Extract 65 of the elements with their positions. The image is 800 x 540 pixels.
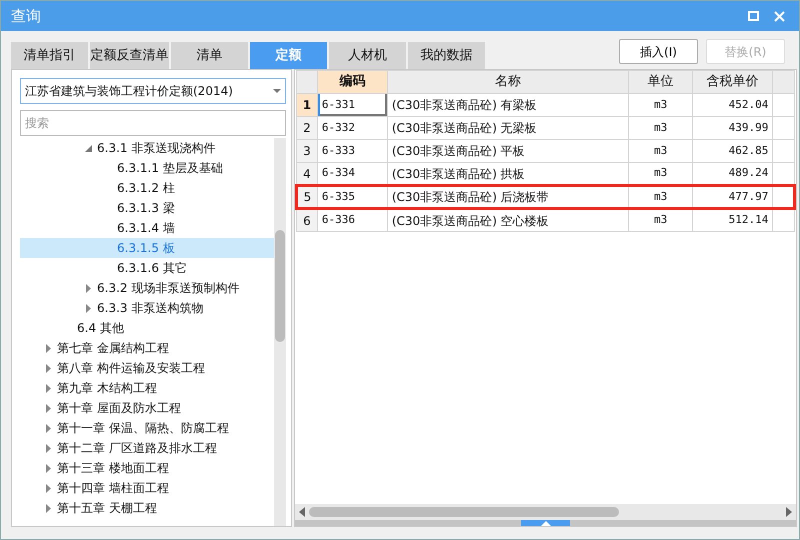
tab[interactable]: 定额反查清单 [90, 42, 169, 69]
row-number[interactable]: 2 [296, 116, 318, 140]
table-cell: 6-333 [317, 140, 388, 162]
table-cell: 6-332 [317, 116, 388, 140]
tree-item[interactable]: 6.3.1 非泵送现浇构件 [20, 138, 274, 158]
tree-item[interactable]: 6.3.1.5 板 [20, 238, 274, 258]
tree-item[interactable]: 6.4 其他 [20, 318, 274, 338]
dropdown-caret-icon[interactable] [273, 88, 281, 94]
column-header[interactable]: 编码 [317, 70, 388, 94]
tree-item[interactable]: 6.3.1.6 其它 [20, 258, 274, 278]
table-cell: 462.85 [692, 140, 773, 162]
table-cell: 477.97 [692, 186, 773, 208]
scroll-left-icon[interactable] [299, 507, 305, 517]
table-cell: (C30非泵送商品砼) 有梁板 [387, 94, 629, 116]
table-cell: m3 [628, 186, 693, 208]
tree-item[interactable]: 6.3.1.2 柱 [20, 178, 274, 198]
table-cell: 6-336 [317, 208, 388, 232]
column-header[interactable]: 含税单价 [692, 70, 773, 94]
tree-item[interactable]: 6.3.3 非泵送构筑物 [20, 298, 274, 318]
row-number[interactable]: 3 [296, 140, 318, 162]
table-cell: m3 [628, 116, 693, 140]
tree-item[interactable]: 第十四章 墙柱面工程 [20, 478, 274, 498]
table-cell: 6-335 [317, 186, 388, 208]
tree-item[interactable]: 第十章 屋面及防水工程 [20, 398, 274, 418]
tab[interactable]: 清单 [171, 42, 248, 69]
tree-item[interactable]: 第十五章 天棚工程 [20, 498, 274, 518]
tree-item[interactable]: 6.3.1.1 垫层及基础 [20, 158, 274, 178]
table-cell: m3 [628, 94, 693, 116]
table-cell: 439.99 [692, 116, 773, 140]
table-cell: m3 [628, 140, 693, 162]
tree-item[interactable]: 第十二章 厂区道路及排水工程 [20, 438, 274, 458]
tab[interactable]: 人材机 [329, 42, 406, 69]
row-number[interactable]: 4 [296, 162, 318, 186]
column-header[interactable]: 名称 [387, 70, 629, 94]
tree-item[interactable]: 第七章 金属结构工程 [20, 338, 274, 358]
tree-item[interactable]: 6.3.1.3 梁 [20, 198, 274, 218]
tree-item[interactable]: 第十三章 楼地面工程 [20, 458, 274, 478]
row-number[interactable]: 1 [296, 94, 318, 116]
column-header[interactable]: 单位 [628, 70, 693, 94]
tree-item[interactable]: 第十一章 保温、隔热、防腐工程 [20, 418, 274, 438]
table-cell: 452.04 [692, 94, 773, 116]
tree-item[interactable]: 6.3.1.4 墙 [20, 218, 274, 238]
table-cell: (C30非泵送商品砼) 后浇板带 [387, 186, 629, 208]
library-select[interactable]: 江苏省建筑与装饰工程计价定额(2014) [20, 78, 286, 104]
scrollbar[interactable] [295, 504, 796, 520]
table-cell: m3 [628, 208, 693, 232]
table-cell: (C30非泵送商品砼) 无梁板 [387, 116, 629, 140]
table-cell: 6-331 [317, 94, 388, 116]
tree-item[interactable]: 第九章 木结构工程 [20, 378, 274, 398]
tree-item[interactable]: 6.3.2 现场非泵送预制构件 [20, 278, 274, 298]
collapse-handle[interactable] [521, 520, 570, 526]
row-number[interactable]: 5 [296, 186, 318, 208]
scroll-right-icon[interactable] [786, 507, 792, 517]
table-cell: 512.14 [692, 208, 773, 232]
scrollbar[interactable] [274, 138, 286, 526]
tab[interactable]: 我的数据 [408, 42, 485, 69]
table-cell: (C30非泵送商品砼) 空心楼板 [387, 208, 629, 232]
action-button[interactable]: 插入(I) [619, 39, 698, 64]
tab[interactable]: 清单指引 [11, 42, 88, 69]
tree-item[interactable]: 第八章 构件运输及安装工程 [20, 358, 274, 378]
window-title: 查询 [11, 6, 42, 27]
table-cell: (C30非泵送商品砼) 平板 [387, 140, 629, 162]
select-value: 江苏省建筑与装饰工程计价定额(2014) [25, 83, 234, 100]
row-number[interactable]: 6 [296, 208, 318, 232]
search-field[interactable]: 搜索 [20, 110, 286, 136]
